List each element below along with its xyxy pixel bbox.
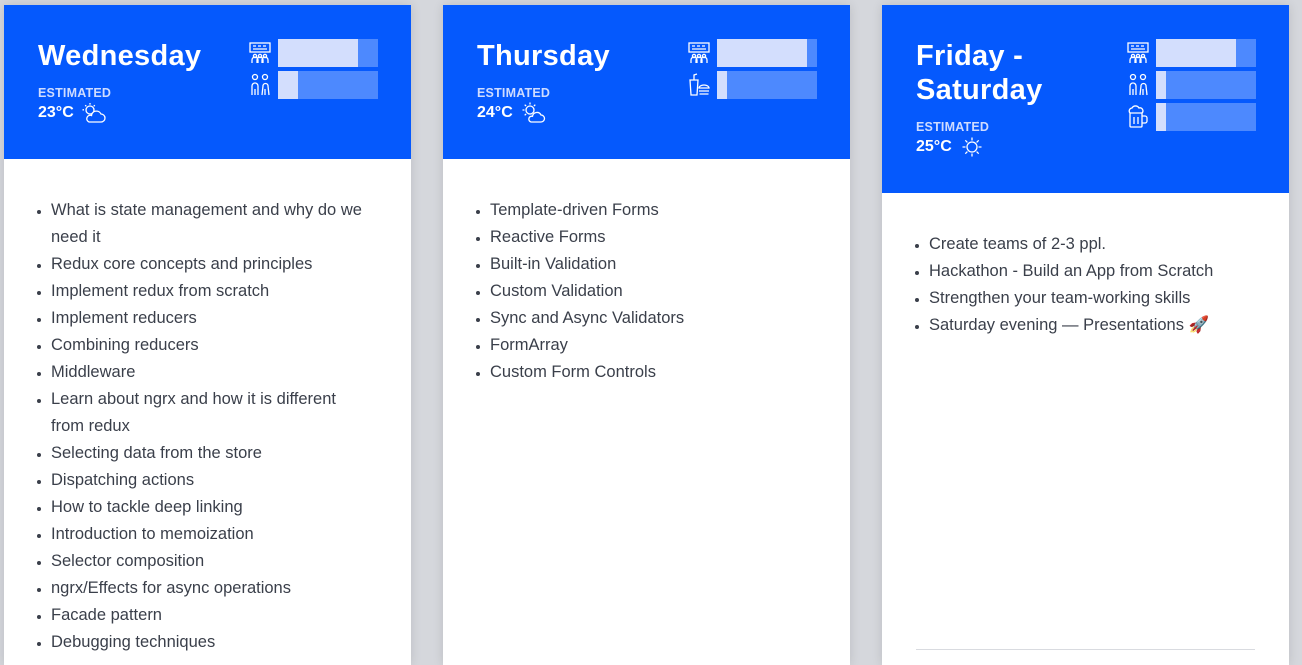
- meter-row: [1126, 71, 1256, 99]
- temperature-row: 23°C: [38, 101, 411, 125]
- topic-item: What is state management and why do we n…: [51, 197, 366, 251]
- meter-row: [687, 71, 817, 99]
- topic-item: Template-driven Forms: [490, 197, 820, 224]
- temperature-value: 23°C: [38, 104, 74, 121]
- sun-icon: [959, 135, 985, 159]
- meter-fill: [1156, 103, 1166, 131]
- card-header: Thursday ESTIMATED 24°C: [443, 5, 850, 159]
- presentation-meter: [717, 39, 817, 67]
- topic-item: Saturday evening — Presentations 🚀: [929, 312, 1274, 339]
- topic-item: Debugging techniques: [51, 629, 366, 656]
- presentation-icon: [1126, 41, 1150, 65]
- temperature-value: 24°C: [477, 104, 513, 121]
- topic-item: Selecting data from the store: [51, 440, 366, 467]
- temperature-row: 24°C: [477, 101, 850, 125]
- temperature-value: 25°C: [916, 138, 952, 155]
- meter-fill: [1156, 71, 1166, 99]
- presentation-meter: [1156, 39, 1256, 67]
- topic-item: Create teams of 2-3 ppl.: [929, 231, 1274, 258]
- meter-fill: [278, 71, 298, 99]
- topic-list: Template-driven Forms Reactive Forms Bui…: [469, 197, 820, 386]
- day-title-line: Saturday: [916, 74, 1043, 106]
- topic-item: Learn about ngrx and how it is different…: [51, 386, 366, 440]
- people-icon: [1126, 73, 1150, 97]
- topic-item: Sync and Async Validators: [490, 305, 820, 332]
- people-meter: [278, 71, 378, 99]
- meter-fill: [1156, 39, 1236, 67]
- food-icon: [687, 73, 711, 97]
- topic-list: Create teams of 2-3 ppl. Hackathon - Bui…: [908, 231, 1274, 339]
- meter-row: [248, 39, 378, 67]
- card-footer-divider: [916, 649, 1255, 650]
- beer-icon: [1126, 105, 1150, 129]
- topic-item: Implement reducers: [51, 305, 366, 332]
- party-meter: [1156, 103, 1256, 131]
- partly-cloudy-icon: [81, 101, 107, 125]
- day-card-thursday: Thursday ESTIMATED 24°C • Template-drive…: [443, 5, 850, 665]
- topic-item: Reactive Forms: [490, 224, 820, 251]
- topic-item: Redux core concepts and principles: [51, 251, 366, 278]
- topic-item: Combining reducers: [51, 332, 366, 359]
- card-body: Create teams of 2-3 ppl. Hackathon - Bui…: [882, 193, 1289, 339]
- topic-list: What is state management and why do we n…: [30, 197, 366, 656]
- topic-item: Custom Form Controls: [490, 359, 820, 386]
- topic-item: Custom Validation: [490, 278, 820, 305]
- meter-fill: [717, 39, 807, 67]
- meter-row: [687, 39, 817, 67]
- day-card-friday-saturday: Friday - Saturday ESTIMATED 25°C • Creat…: [882, 5, 1289, 665]
- day-card-wednesday: Wednesday ESTIMATED 23°C • What is state…: [4, 5, 411, 665]
- activity-meters: [687, 39, 817, 103]
- topic-item: Selector composition: [51, 548, 366, 575]
- card-body: Template-driven Forms Reactive Forms Bui…: [443, 159, 850, 386]
- topic-item: Hackathon - Build an App from Scratch: [929, 258, 1274, 285]
- topic-item: Middleware: [51, 359, 366, 386]
- temperature-row: 25°C: [916, 135, 1289, 159]
- card-body: What is state management and why do we n…: [4, 159, 411, 656]
- meter-row: [248, 71, 378, 99]
- day-title-line: Friday -: [916, 40, 1024, 72]
- people-meter: [1156, 71, 1256, 99]
- meter-fill: [717, 71, 727, 99]
- food-meter: [717, 71, 817, 99]
- topic-item: Introduction to memoization: [51, 521, 366, 548]
- topic-item: Facade pattern: [51, 602, 366, 629]
- presentation-icon: [687, 41, 711, 65]
- topic-item: ngrx/Effects for async operations: [51, 575, 366, 602]
- presentation-icon: [248, 41, 272, 65]
- meter-row: [1126, 39, 1256, 67]
- meter-row: [1126, 103, 1256, 131]
- activity-meters: [248, 39, 378, 103]
- presentation-meter: [278, 39, 378, 67]
- card-header: Wednesday ESTIMATED 23°C: [4, 5, 411, 159]
- topic-item: Implement redux from scratch: [51, 278, 366, 305]
- card-header: Friday - Saturday ESTIMATED 25°C: [882, 5, 1289, 193]
- activity-meters: [1126, 39, 1256, 135]
- topic-item: Strengthen your team-working skills: [929, 285, 1274, 312]
- topic-item: Dispatching actions: [51, 467, 366, 494]
- topic-item: Built-in Validation: [490, 251, 820, 278]
- topic-item: FormArray: [490, 332, 820, 359]
- meter-fill: [278, 39, 358, 67]
- people-icon: [248, 73, 272, 97]
- sun-behind-cloud-icon: [520, 101, 546, 125]
- topic-item: How to tackle deep linking: [51, 494, 366, 521]
